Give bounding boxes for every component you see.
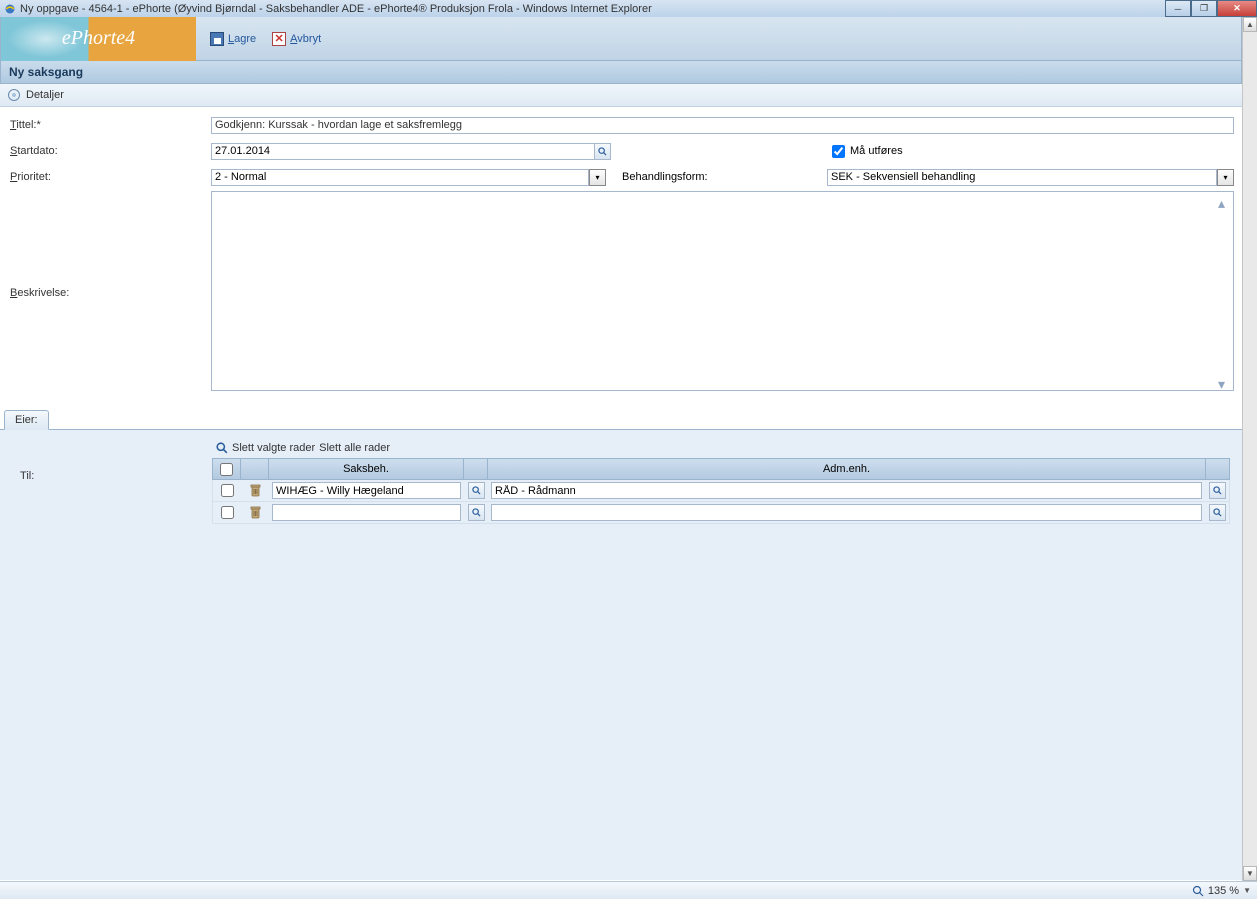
prioritet-dropdown-button[interactable]: ▾	[589, 169, 606, 186]
status-bar: 135 % ▼	[0, 881, 1257, 899]
detaljer-header[interactable]: Detaljer	[0, 84, 1242, 107]
table-row	[212, 502, 1230, 524]
window-maximize-button[interactable]: ❐	[1191, 0, 1217, 17]
zoom-level[interactable]: 135 %	[1208, 885, 1239, 897]
saksbeh-lookup-button[interactable]	[468, 482, 485, 499]
scroll-down-button[interactable]: ▼	[1243, 866, 1257, 881]
lower-section: Til: Slett valgte rader Slett alle rader…	[0, 430, 1242, 880]
detaljer-label: Detaljer	[26, 89, 64, 101]
cancel-label: vbryt	[297, 33, 321, 45]
logo-text: ePhorte4	[62, 27, 135, 50]
admenh-input[interactable]	[491, 482, 1202, 499]
admenh-input[interactable]	[491, 504, 1202, 521]
slett-alle-link[interactable]: Slett alle rader	[319, 442, 390, 454]
search-icon	[598, 147, 607, 156]
gear-icon	[8, 89, 20, 101]
header-checkbox[interactable]	[220, 463, 233, 476]
slett-valgte-link[interactable]: Slett valgte rader	[232, 442, 315, 454]
startdato-input[interactable]	[211, 143, 594, 160]
search-icon	[1213, 486, 1222, 495]
til-label: Til:	[20, 470, 34, 482]
window-titlebar: Ny oppgave - 4564-1 - ePhorte (Øyvind Bj…	[0, 0, 1257, 17]
admenh-lookup-button[interactable]	[1209, 482, 1226, 499]
chevron-down-icon: ▾	[1218, 376, 1232, 390]
col-saksbeh-header: Saksbeh.	[269, 459, 464, 479]
search-icon	[472, 508, 481, 517]
startdato-label: Startdato:	[8, 145, 211, 157]
behandlingsform-dropdown-button[interactable]: ▾	[1217, 169, 1234, 186]
zoom-icon	[1192, 885, 1204, 897]
save-label: agre	[234, 33, 256, 45]
section-title: Ny saksgang	[0, 61, 1242, 84]
admenh-lookup-button[interactable]	[1209, 504, 1226, 521]
cancel-icon: ✕	[272, 32, 286, 46]
prioritet-select[interactable]: 2 - Normal	[211, 169, 589, 186]
app-logo: ePhorte4	[1, 17, 196, 61]
behandlingsform-label: Behandlingsform:	[622, 171, 827, 183]
ie-icon	[4, 3, 16, 15]
cancel-button[interactable]: ✕ Avbryt	[272, 32, 321, 46]
table-row	[212, 480, 1230, 502]
row-checkbox[interactable]	[221, 484, 234, 497]
zoom-dropdown-icon[interactable]: ▼	[1243, 886, 1251, 895]
tittel-label: Tittel:*	[8, 119, 211, 131]
table-header: Saksbeh. Adm.enh.	[212, 458, 1230, 480]
maa-utfores-checkbox[interactable]	[832, 145, 845, 158]
search-icon[interactable]	[216, 442, 228, 454]
saksbeh-input[interactable]	[272, 504, 461, 521]
form-area: Tittel:* Godkjenn: Kurssak - hvordan lag…	[0, 107, 1242, 402]
beskrivelse-textarea[interactable]	[211, 191, 1234, 391]
saksbeh-input[interactable]	[272, 482, 461, 499]
app-header: ePhorte4 Lagre ✕ Avbryt	[0, 17, 1242, 61]
scroll-up-button[interactable]: ▲	[1243, 17, 1257, 32]
window-close-button[interactable]: ✕	[1217, 0, 1257, 17]
col-admenh-header: Adm.enh.	[488, 459, 1205, 479]
search-icon	[1213, 508, 1222, 517]
tab-eier[interactable]: Eier:	[4, 410, 49, 430]
startdato-picker-button[interactable]	[594, 143, 611, 160]
row-checkbox[interactable]	[221, 506, 234, 519]
maa-utfores-label: Må utføres	[850, 145, 903, 157]
trash-icon[interactable]	[250, 506, 261, 519]
tab-row: Eier:	[0, 408, 1242, 430]
saksbeh-lookup-button[interactable]	[468, 504, 485, 521]
behandlingsform-select[interactable]: SEK - Sekvensiell behandling	[827, 169, 1217, 186]
tittel-input[interactable]: Godkjenn: Kurssak - hvordan lage et saks…	[211, 117, 1234, 134]
vertical-scrollbar[interactable]: ▲ ▼	[1242, 17, 1257, 881]
chevron-up-icon: ▴	[1218, 195, 1232, 209]
window-minimize-button[interactable]: ─	[1165, 0, 1191, 17]
search-icon	[472, 486, 481, 495]
window-title: Ny oppgave - 4564-1 - ePhorte (Øyvind Bj…	[20, 3, 652, 15]
floppy-icon	[210, 32, 224, 46]
save-button[interactable]: Lagre	[210, 32, 256, 46]
prioritet-label: Prioritet:	[8, 171, 211, 183]
table-toolbar: Slett valgte rader Slett alle rader	[212, 438, 1230, 458]
beskrivelse-label: Beskrivelse:	[8, 191, 211, 394]
trash-icon[interactable]	[250, 484, 261, 497]
